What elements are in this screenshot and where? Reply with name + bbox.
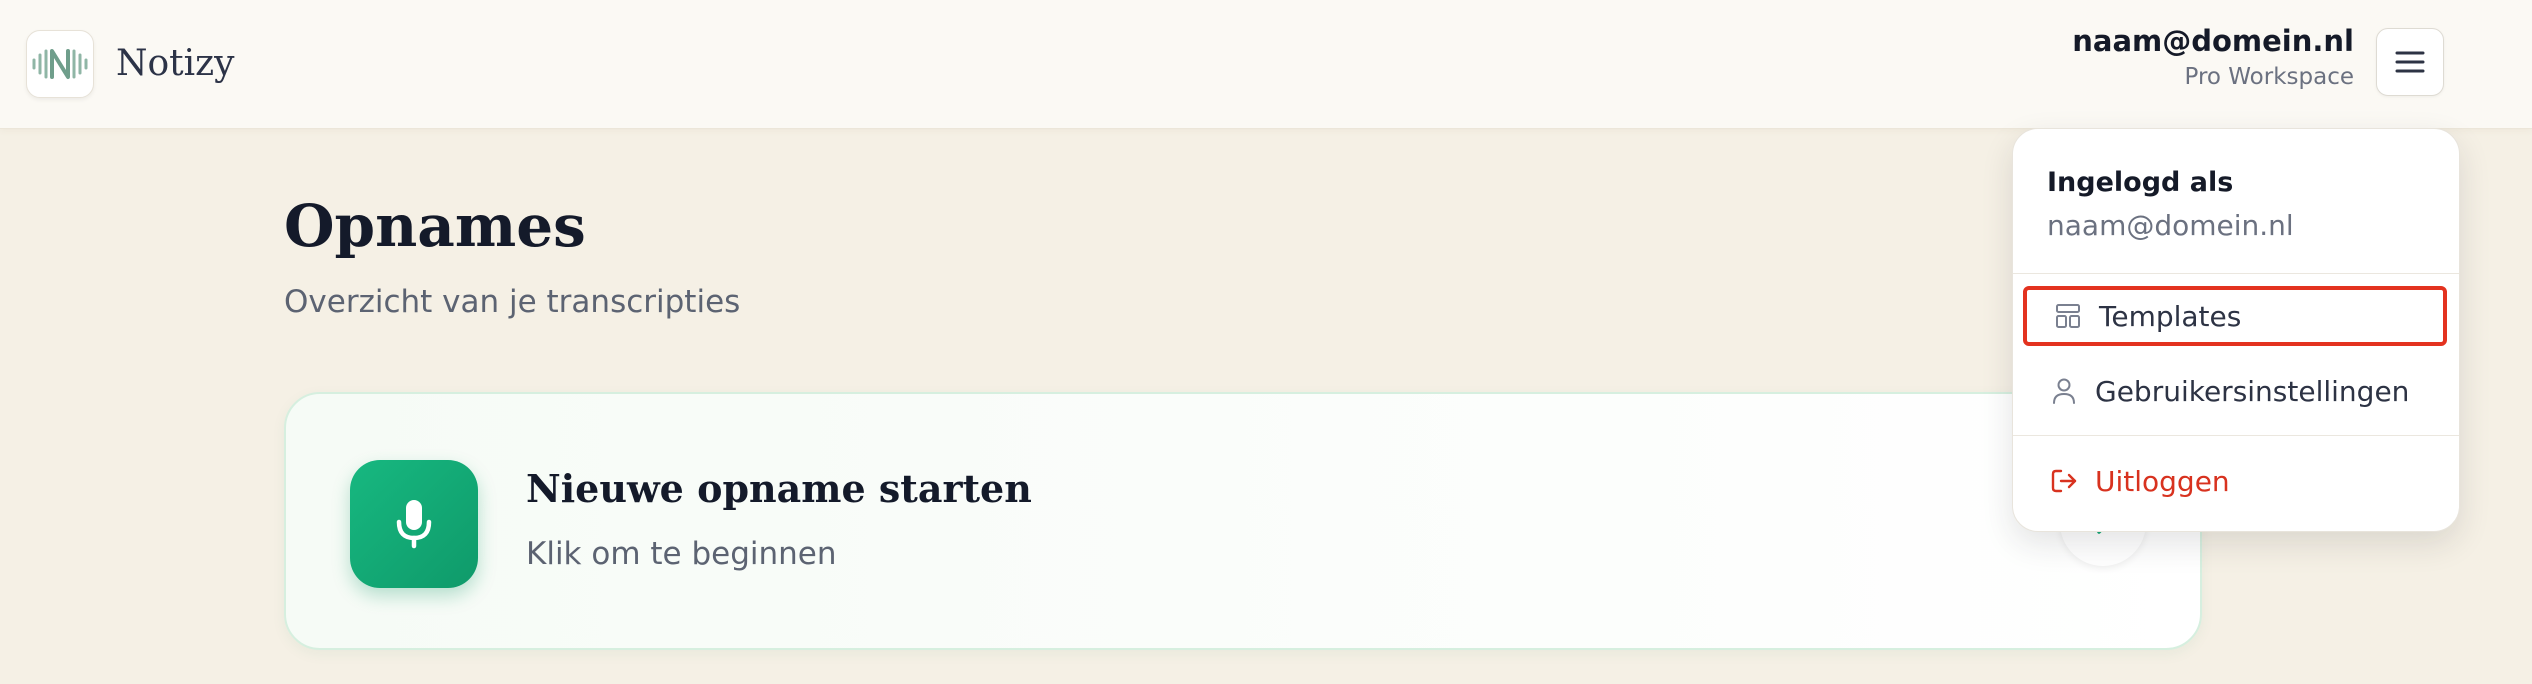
logout-label: Uitloggen <box>2095 464 2230 498</box>
page-title: Opnames <box>284 192 586 260</box>
header-user-email: naam@domein.nl <box>2072 24 2354 58</box>
menu-item-user-settings[interactable]: Gebruikersinstellingen <box>2023 361 2447 421</box>
hamburger-menu-icon <box>2395 51 2425 73</box>
dropdown-divider <box>2013 435 2459 436</box>
microphone-icon <box>396 500 432 549</box>
logged-in-email: naam@domein.nl <box>2047 209 2294 242</box>
microphone-button[interactable] <box>350 460 478 588</box>
header-user-plan: Pro Workspace <box>2184 64 2354 90</box>
new-recording-card[interactable]: Nieuwe opname starten Klik om te beginne… <box>284 392 2202 650</box>
menu-button[interactable] <box>2376 28 2444 96</box>
user-dropdown-menu: Ingelogd als naam@domein.nl Templates Ge… <box>2012 128 2460 532</box>
app-logo[interactable] <box>26 30 94 98</box>
app-name: Notizy <box>116 43 235 84</box>
page-subtitle: Overzicht van je transcripties <box>284 284 741 320</box>
menu-item-label: Templates <box>2099 299 2242 333</box>
dropdown-divider <box>2013 273 2459 274</box>
menu-item-logout[interactable]: Uitloggen <box>2023 451 2447 511</box>
user-icon <box>2047 374 2081 408</box>
waveform-logo-icon <box>32 49 88 79</box>
new-recording-title: Nieuwe opname starten <box>526 466 1032 511</box>
menu-item-label: Gebruikersinstellingen <box>2095 374 2410 408</box>
new-recording-subtitle: Klik om te beginnen <box>526 536 837 572</box>
menu-item-templates[interactable]: Templates <box>2023 286 2447 346</box>
layout-template-icon <box>2051 299 2085 333</box>
top-header: Notizy naam@domein.nl Pro Workspace <box>0 0 2532 129</box>
logout-icon <box>2047 464 2081 498</box>
logged-in-label: Ingelogd als <box>2047 167 2234 198</box>
